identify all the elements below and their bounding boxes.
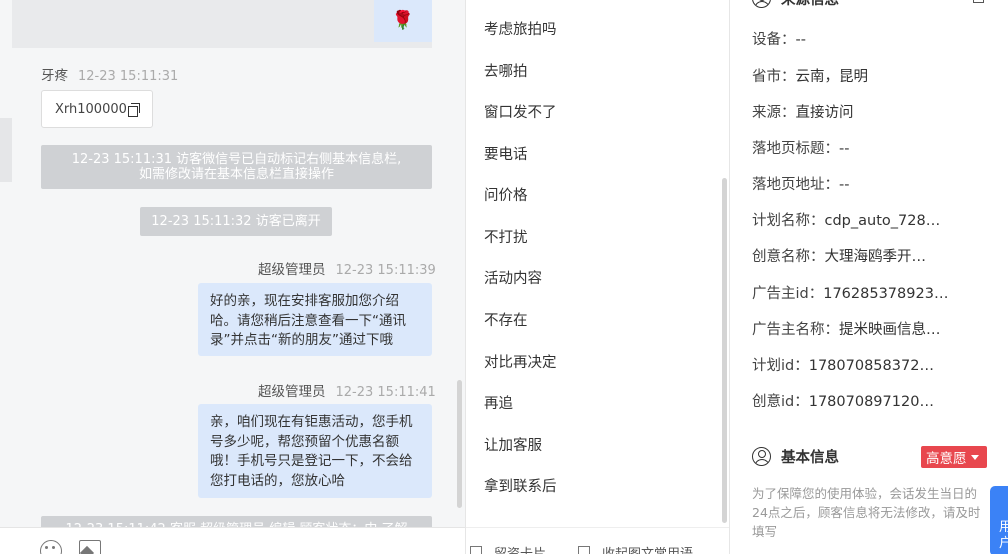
quick-reply-item[interactable]: 让加客服	[484, 434, 542, 455]
info-value: 云南，昆明	[795, 69, 869, 85]
chat-toolbar	[0, 527, 466, 554]
customer-info-panel: 来源信息 设备：-- 省市：云南，昆明 来源：直接访问 落地页标题：-- 落地页…	[730, 0, 1008, 554]
quick-reply-footer: 留资卡片 收起图文常用语	[466, 527, 729, 554]
quick-reply-item[interactable]: 再追	[484, 392, 513, 413]
info-value: 大理海鸥季开…	[824, 249, 927, 265]
quick-reply-item[interactable]: 拿到联系后	[484, 475, 557, 496]
collapse-replies-label: 收起图文常用语	[602, 543, 693, 554]
quick-reply-item[interactable]: 考虑旅拍吗	[484, 18, 557, 39]
rose-emoji: 🌹	[391, 10, 415, 31]
info-value: cdp_auto_728…	[824, 213, 941, 229]
info-value: 提米映画信息…	[839, 322, 941, 338]
agent-message-meta: 超级管理员 12-23 15:11:41	[258, 380, 436, 400]
agent-name: 超级管理员	[258, 384, 326, 400]
info-key: 计划名称：	[752, 213, 825, 229]
quick-reply-item[interactable]: 不打扰	[484, 226, 528, 247]
document-icon	[578, 545, 590, 554]
info-key: 设备：	[752, 32, 796, 48]
info-key: 广告主名称：	[752, 322, 839, 338]
source-info-title-text: 来源信息	[781, 0, 839, 8]
info-value: 178070858372…	[808, 358, 934, 374]
quick-reply-panel: 考虑旅拍吗 去哪拍 窗口发不了 要电话 问价格 不打扰 活动内容 不存在 对比再…	[466, 0, 730, 554]
collapse-replies-button[interactable]: 收起图文常用语	[578, 543, 693, 554]
intent-level-label: 高意愿	[926, 451, 967, 467]
source-info-title: 来源信息	[752, 0, 839, 9]
user-circle-icon	[752, 446, 771, 466]
info-row-landing-title: 落地页标题：--	[752, 137, 849, 158]
info-row-plan-id: 计划id：178070858372…	[752, 354, 934, 375]
emoji-icon[interactable]	[40, 540, 62, 554]
visitor-message-meta: 牙疼 12-23 15:11:31	[41, 64, 178, 84]
visitor-name: 牙疼	[41, 68, 68, 84]
info-row-advertiser-name: 广告主名称：提米映画信息…	[752, 318, 941, 339]
quick-reply-item[interactable]: 不存在	[484, 309, 528, 330]
quick-reply-item[interactable]: 活动内容	[484, 267, 542, 288]
info-row-source: 来源：直接访问	[752, 101, 854, 122]
info-row-landing-url: 落地页地址：--	[752, 173, 849, 194]
quick-reply-item[interactable]: 窗口发不了	[484, 101, 557, 122]
info-row-advertiser-id: 广告主id：176285378923…	[752, 282, 948, 303]
system-notice: 12-23 15:11:32 访客已离开	[140, 207, 332, 236]
info-row-device: 设备：--	[752, 28, 806, 49]
basic-info-title-text: 基本信息	[781, 449, 839, 466]
agent-message-bubble: 亲，咱们现在有钜惠活动，您手机号多少呢，帮您预留个优惠名额哦！手机号只是登记一下…	[198, 404, 432, 498]
info-key: 计划id：	[752, 358, 809, 374]
wechat-id-card[interactable]: Xrh100000	[41, 90, 153, 128]
info-circle-icon	[752, 0, 771, 8]
quick-reply-item[interactable]: 要电话	[484, 143, 528, 164]
edit-deadline-notice: 为了保障您的使用体验，会话发生当日的24点之后，顾客信息将无法修改，请及时填写	[752, 486, 981, 539]
info-key: 创意名称：	[752, 249, 825, 265]
info-key: 广告主id：	[752, 286, 824, 302]
card-icon	[470, 545, 482, 554]
quick-reply-item[interactable]: 问价格	[484, 184, 528, 205]
visitor-message-time: 12-23 15:11:31	[78, 69, 179, 84]
info-value: --	[839, 177, 850, 193]
caret-down-icon	[970, 454, 979, 460]
info-value: --	[839, 141, 850, 157]
quick-reply-item[interactable]: 去哪拍	[484, 60, 528, 81]
info-row-creative-id: 创意id：178070897120…	[752, 390, 934, 411]
previous-message-area	[12, 0, 432, 48]
info-key: 创意id：	[752, 394, 809, 410]
chat-panel: 🌹 牙疼 12-23 15:11:31 Xrh100000 12-23 15:11…	[0, 0, 466, 554]
agent-message-time: 12-23 15:11:41	[335, 385, 436, 400]
quick-reply-item[interactable]: 对比再决定	[484, 351, 557, 372]
intent-level-dropdown[interactable]: 高意愿	[921, 446, 987, 468]
edit-icon[interactable]	[973, 0, 984, 3]
image-icon[interactable]	[79, 540, 101, 554]
info-value: 176285378923…	[823, 286, 949, 302]
info-value: 直接访问	[795, 105, 854, 121]
info-row-plan-name: 计划名称：cdp_auto_728…	[752, 209, 940, 230]
info-key: 来源：	[752, 105, 796, 121]
agent-name: 超级管理员	[258, 262, 326, 278]
rose-message-bubble: 🌹	[374, 0, 432, 42]
info-row-creative-name: 创意名称：大理海鸥季开…	[752, 245, 926, 266]
agent-message-time: 12-23 15:11:39	[335, 263, 436, 278]
system-notice-line: 12-23 15:11:31 访客微信号已自动标记右侧基本信息栏,	[71, 152, 402, 167]
wechat-id-value: Xrh100000	[55, 101, 127, 117]
info-row-city: 省市：云南，昆明	[752, 65, 868, 86]
info-key: 落地页标题：	[752, 141, 839, 157]
info-key: 落地页地址：	[752, 177, 839, 193]
info-value: 178070897120…	[808, 394, 934, 410]
info-key: 省市：	[752, 69, 796, 85]
user-side-tab[interactable]: 用户	[990, 486, 1008, 554]
chat-scrollbar[interactable]	[457, 380, 462, 508]
basic-info-title: 基本信息	[752, 445, 839, 467]
system-notice: 12-23 15:11:31 访客微信号已自动标记右侧基本信息栏, 如需修改请在…	[41, 145, 432, 189]
quick-reply-scrollbar[interactable]	[722, 178, 727, 523]
lead-card-label: 留资卡片	[494, 543, 546, 554]
agent-message-meta: 超级管理员 12-23 15:11:39	[258, 258, 436, 278]
lead-card-button[interactable]: 留资卡片	[470, 543, 546, 554]
agent-message-bubble: 好的亲，现在安排客服加您介绍哈。请您稍后注意查看一下“通讯录”并点击“新的朋友”…	[198, 283, 432, 356]
copy-icon[interactable]	[127, 102, 141, 117]
chat-edge-strip	[0, 118, 12, 182]
info-value: --	[795, 32, 806, 48]
system-notice-line: 如需修改请在基本信息栏直接操作	[138, 167, 334, 182]
